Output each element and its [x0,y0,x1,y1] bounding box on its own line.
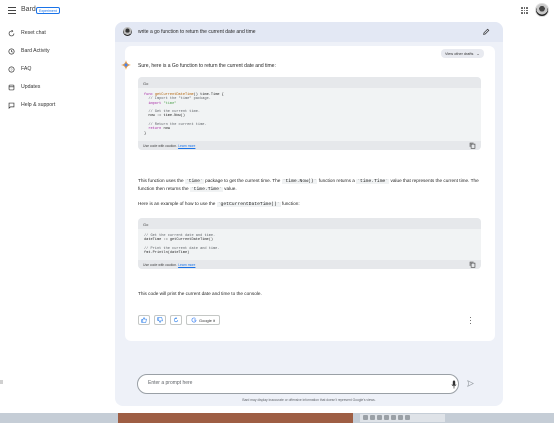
view-drafts-label: View other drafts [445,51,474,56]
feedback-icon [8,102,15,109]
chevron-down-icon: ⌄ [476,51,480,56]
thumbs-up-icon [141,317,147,323]
closing-paragraph: This code will print the current date an… [138,291,262,296]
view-drafts-button[interactable]: View other drafts ⌄ [441,49,484,58]
sidebar-item-help-support[interactable]: Help & support [0,96,110,114]
prompt-input[interactable] [148,380,428,386]
response-actions: Google it [138,315,221,325]
sidebar: Reset chat Bard Activity ? FAQ Updates H… [0,24,110,114]
refresh-icon [173,317,179,323]
thumbs-up-button[interactable] [138,315,150,325]
svg-text:?: ? [11,67,13,71]
bard-window: Bard Experiment Reset chat Bard Activity… [0,0,554,413]
user-avatar [123,27,132,36]
window-edge-marker [0,380,3,384]
edit-icon[interactable] [482,28,490,36]
app-logo: Bard [21,6,36,13]
sidebar-item-updates[interactable]: Updates [0,78,110,96]
code-content[interactable]: // Get the current date and time. dateTi… [138,229,481,260]
sparkle-icon [121,60,131,70]
code-block-1: Go func getCurrentDateTime() time.Time {… [138,77,481,150]
sidebar-item-label: FAQ [21,66,32,72]
thumbs-down-button[interactable] [154,315,166,325]
google-it-button[interactable]: Google it [186,315,221,325]
learn-more-link[interactable]: Learn more [178,263,195,267]
help-circle-icon: ? [8,65,15,73]
copy-icon[interactable] [469,142,476,149]
account-avatar[interactable] [535,3,549,17]
usage-paragraph: Here is an example of how to use the `ge… [138,201,300,207]
code-footer: Use code with caution. Learn more [138,260,481,270]
caution-text: Use code with caution. [143,263,178,268]
sidebar-item-label: Updates [21,84,41,90]
send-icon[interactable] [467,380,474,387]
taskbar-tray [360,414,445,422]
user-prompt: write a go function to return the curren… [115,22,503,42]
sidebar-item-faq[interactable]: ? FAQ [0,60,110,78]
updates-icon [8,84,15,91]
apps-grid-icon[interactable] [521,7,528,14]
code-content[interactable]: func getCurrentDateTime() time.Time { //… [138,88,481,141]
google-g-icon [191,317,197,323]
mic-icon[interactable] [451,380,457,389]
regenerate-button[interactable] [170,315,182,325]
history-icon [8,47,15,55]
sidebar-item-reset-chat[interactable]: Reset chat [0,24,110,42]
reset-icon [8,29,15,37]
google-it-label: Google it [199,317,216,323]
conversation-panel: write a go function to return the curren… [115,22,503,406]
more-options-icon[interactable] [470,317,473,324]
explanation-paragraph: This function uses the `time` package to… [138,178,479,192]
caution-text: Use code with caution. [143,143,178,148]
code-language-label: Go [138,77,481,88]
response-intro: Sure, here is a Go function to return th… [138,63,276,69]
prompt-input-bar [137,374,459,394]
code-block-2: Go // Get the current date and time. dat… [138,218,481,270]
learn-more-link[interactable]: Learn more [178,144,195,148]
bard-response: View other drafts ⌄ Sure, here is a Go f… [121,46,495,341]
desktop-background-strip [118,413,353,423]
sidebar-item-label: Bard Activity [21,48,50,54]
sidebar-item-label: Reset chat [21,30,46,36]
thumbs-down-icon [157,317,163,323]
menu-icon[interactable] [8,7,16,14]
disclaimer-text: Bard may display inaccurate or offensive… [242,398,376,402]
prompt-text: write a go function to return the curren… [138,29,256,35]
experiment-badge: Experiment [36,7,60,14]
sidebar-item-label: Help & support [21,102,56,108]
sidebar-item-bard-activity[interactable]: Bard Activity [0,42,110,60]
code-language-label: Go [138,218,481,229]
code-footer: Use code with caution. Learn more [138,140,481,150]
top-bar: Bard Experiment [0,0,554,22]
copy-icon[interactable] [469,261,476,269]
